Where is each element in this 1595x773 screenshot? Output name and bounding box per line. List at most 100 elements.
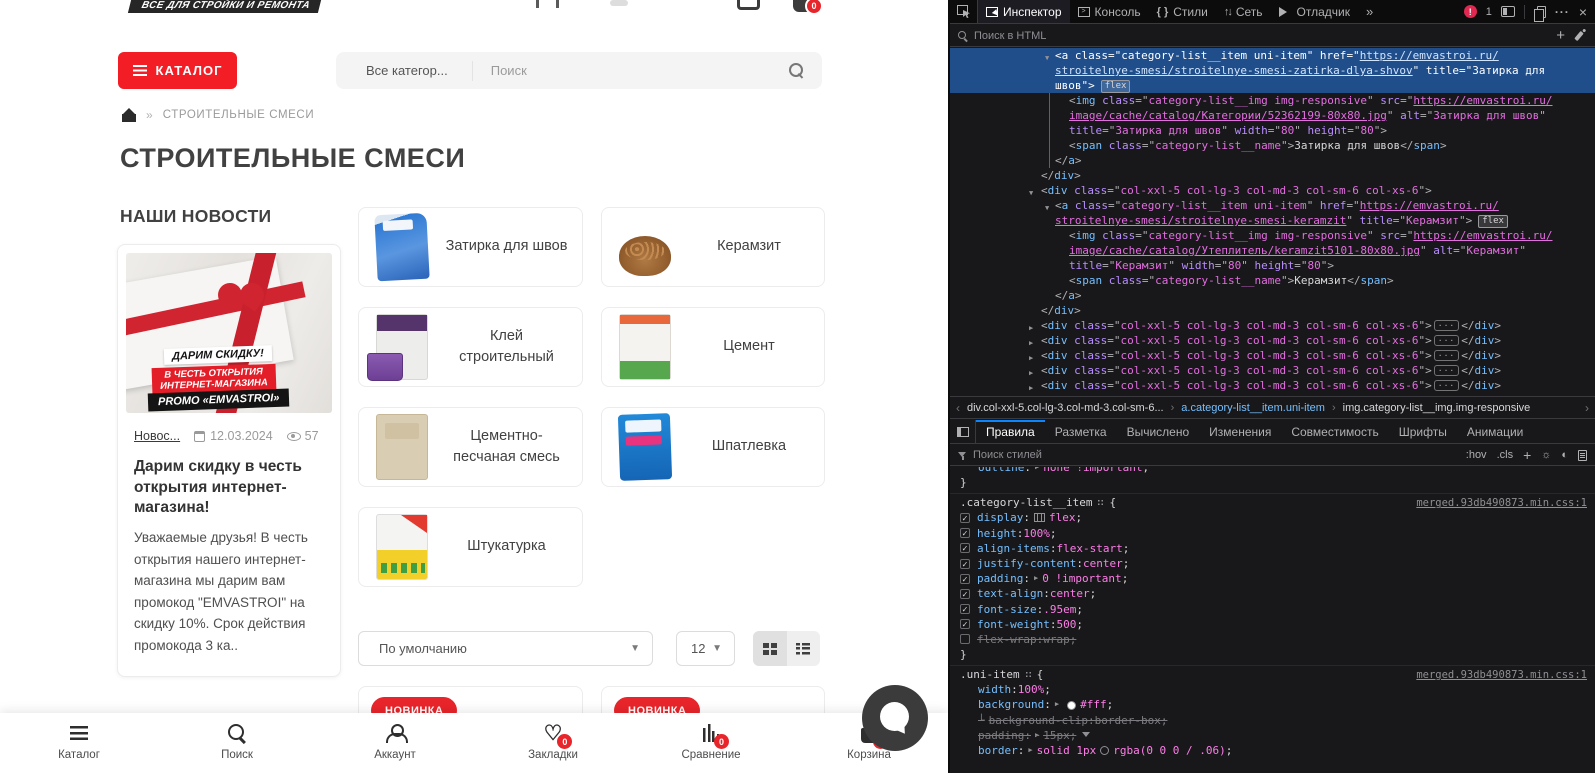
markup-line[interactable]: image/cache/catalog/Категории/52362199-8… [1069,108,1546,123]
markup-line[interactable]: ▶<div class="col-xxl-5 col-lg-3 col-md-3… [1041,333,1501,348]
category-card-shtuk[interactable]: Штукатурка [358,507,583,587]
category-card-keramzit[interactable]: Керамзит [601,207,825,287]
more-tabs-button[interactable]: » [1358,0,1381,23]
grid-view-button[interactable] [753,631,787,666]
sidebar-toggle-icon[interactable] [950,420,976,443]
markup-line[interactable]: <span class="category-list__name">Керамз… [1069,273,1394,288]
property-checkbox[interactable]: ✓ [960,559,970,569]
sidebar-tab-анимации[interactable]: Анимации [1457,420,1534,443]
bottom-nav-heart[interactable]: ♡0Закладки [474,713,632,773]
meatball-menu-icon[interactable]: ··· [1555,5,1570,19]
category-select[interactable]: Все категор... [336,63,472,78]
limit-select[interactable]: 12 ▼ [676,631,735,666]
twisty-collapsed-icon[interactable]: ▶ [1029,321,1033,336]
color-swatch[interactable] [1067,701,1076,710]
close-devtools-icon[interactable]: × [1579,4,1587,20]
styles-filter-input[interactable]: Поиск стилей [973,449,1042,461]
twisty-collapsed-icon[interactable]: ▶ [1029,381,1033,396]
flex-highlighter-icon[interactable] [1034,513,1045,522]
crumb-back-icon[interactable]: ‹ [956,401,960,415]
bottom-nav-burger[interactable]: Каталог [0,713,158,773]
light-scheme-icon[interactable]: ☼ [1541,449,1551,461]
news-category-link[interactable]: Новос... [134,429,180,443]
markup-line[interactable]: </a> [1055,288,1082,303]
eyedropper-icon[interactable] [1574,30,1583,40]
class-toggle[interactable]: .cls [1497,449,1514,461]
catalog-button[interactable]: КАТАЛОГ [118,52,237,89]
markup-line[interactable]: image/cache/catalog/Утеплитель/keramzit5… [1069,243,1526,258]
markup-line[interactable]: title="Затирка для швов" width="80" heig… [1069,123,1387,138]
sidebar-tab-правила[interactable]: Правила [976,420,1045,443]
category-card-cps[interactable]: Цементно-песчаная смесь [358,407,583,487]
markup-line[interactable]: </div> [1041,168,1081,183]
add-node-icon[interactable]: + [1556,27,1565,44]
news-card[interactable]: ДАРИМ СКИДКУ! В ЧЕСТЬ ОТКРЫТИЯ ИНТЕРНЕТ-… [117,244,341,677]
pseudo-class-toggle[interactable]: :hov [1466,449,1487,461]
bottom-nav-person[interactable]: Аккаунт [316,713,474,773]
crumb-forward-icon[interactable]: › [1585,401,1589,415]
pick-element-icon[interactable] [950,0,978,23]
property-checkbox[interactable]: ✓ [960,589,970,599]
rule-highlight-icon[interactable] [1097,499,1104,506]
css-property[interactable]: ✓font-weight: 500; [950,617,1595,632]
markup-line[interactable]: ▶<div class="col-xxl-5 col-lg-3 col-md-3… [1041,363,1501,378]
css-property[interactable]: ✓align-items: flex-start; [950,541,1595,556]
add-rule-icon[interactable]: + [1523,447,1531,463]
breadcrumb-node[interactable]: a.category-list__item.uni-item [1181,402,1325,414]
search-bar[interactable]: Все категор... Поиск [336,52,822,89]
stylesheet-link[interactable]: merged.93db490873.min.css:1 [1416,496,1587,511]
css-property[interactable]: padding: ▶15px; [950,728,1595,743]
markup-line[interactable]: </a> [1055,153,1082,168]
color-swatch[interactable] [1100,746,1109,755]
css-property[interactable]: └background-clip: border-box; [950,713,1595,728]
print-media-icon[interactable] [1578,450,1587,461]
property-checkbox[interactable]: ✓ [960,604,970,614]
news-title[interactable]: Дарим скидку в честь открытия интернет-м… [134,457,328,519]
category-card-cement[interactable]: Цемент [601,307,825,387]
css-property[interactable]: width: 100%; [950,682,1595,697]
property-checkbox[interactable]: ✓ [960,513,970,523]
markup-line[interactable]: ▼<a class="category-list__item uni-item"… [1055,48,1499,63]
sidebar-tab-изменения[interactable]: Изменения [1199,420,1281,443]
stylesheet-link[interactable]: merged.93db490873.min.css:1 [1416,668,1587,683]
breadcrumb-node[interactable]: img.category-list__img.img-responsive [1343,402,1531,414]
split-console-icon[interactable] [1501,6,1515,17]
devtools-tab-network[interactable]: ↑↓Сеть [1216,0,1271,23]
css-property[interactable]: ✓font-size: .95em; [950,602,1595,617]
css-rule-selector[interactable]: .uni-item{merged.93db490873.min.css:1 [950,665,1595,682]
sidebar-tab-вычислено[interactable]: Вычислено [1117,420,1200,443]
breadcrumb-node[interactable]: div.col-xxl-5.col-lg-3.col-md-3.col-sm-6… [967,402,1164,414]
css-property[interactable]: ✓justify-content: center; [950,556,1595,571]
devtools-tab-debugger[interactable]: Отладчик [1271,0,1358,23]
twisty-expanded-icon[interactable]: ▼ [1045,51,1049,66]
css-property[interactable]: flex-wrap: wrap; [950,632,1595,647]
property-checkbox[interactable]: ✓ [960,619,970,629]
bottom-nav-bars[interactable]: 0Сравнение [632,713,790,773]
property-checkbox[interactable] [960,634,970,644]
twisty-expanded-icon[interactable]: ▼ [1029,186,1033,201]
html-search-input[interactable]: Поиск в HTML [974,30,1046,42]
css-property[interactable]: ✓padding: ▶0 !important; [950,571,1595,586]
markup-line[interactable]: ▶<div class="col-xxl-5 col-lg-3 col-md-3… [1041,318,1501,333]
property-checkbox[interactable]: ✓ [960,528,970,538]
category-card-zatirka[interactable]: Затирка для швов [358,207,583,287]
search-input[interactable]: Поиск [491,63,789,78]
markup-line[interactable]: ▼<div class="col-xxl-5 col-lg-3 col-md-3… [1041,183,1432,198]
markup-line[interactable]: </div> [1041,303,1081,318]
twisty-collapsed-icon[interactable]: ▶ [1029,366,1033,381]
devtools-tab-inspector[interactable]: Инспектор [978,0,1070,23]
markup-line[interactable]: stroitelnye-smesi/stroitelnye-smesi-zati… [1055,63,1545,78]
category-card-kley[interactable]: Клей строительный [358,307,583,387]
list-view-button[interactable] [787,631,821,666]
property-checkbox[interactable]: ✓ [960,543,970,553]
sidebar-tab-совместимость[interactable]: Совместимость [1281,420,1388,443]
sort-select[interactable]: По умолчанию ▼ [358,631,653,666]
markup-line[interactable]: швов">flex [1055,78,1130,93]
sidebar-tab-шрифты[interactable]: Шрифты [1389,420,1457,443]
category-card-shpat[interactable]: Шпатлевка [601,407,825,487]
property-checkbox[interactable]: ✓ [960,574,970,584]
home-icon[interactable] [122,109,136,122]
markup-line[interactable]: ▶<div class="col-xxl-5 col-lg-3 col-md-3… [1041,378,1501,393]
dark-scheme-icon[interactable]: ◐ [1561,449,1568,461]
markup-line[interactable]: <img class="category-list__img img-respo… [1069,228,1553,243]
